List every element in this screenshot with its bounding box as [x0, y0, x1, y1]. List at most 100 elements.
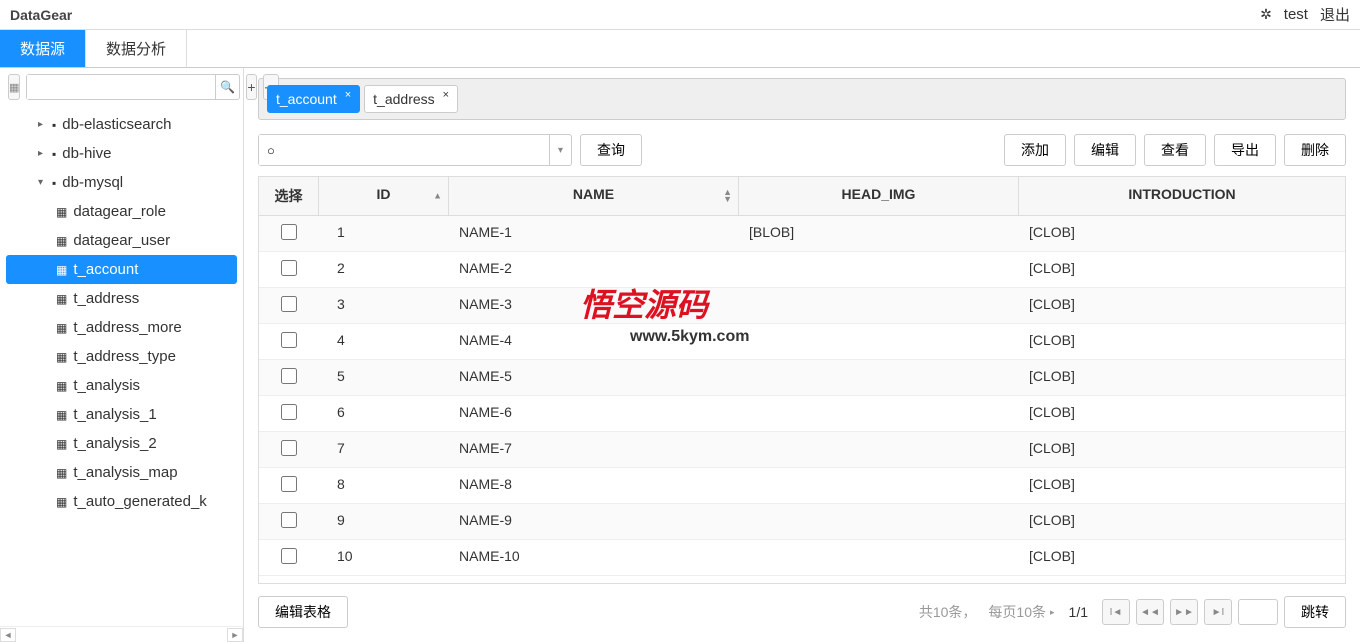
row-checkbox[interactable]: [281, 512, 297, 528]
row-checkbox[interactable]: [281, 332, 297, 348]
table-row[interactable]: 10 NAME-10 [CLOB]: [259, 540, 1345, 576]
sidebar-scrollbar[interactable]: ◄►: [0, 626, 243, 642]
cell-id: 8: [319, 468, 449, 503]
cell-id: 1: [319, 216, 449, 251]
content-tab-t_account[interactable]: t_account×: [267, 85, 360, 113]
user-label[interactable]: test: [1284, 6, 1308, 23]
page-number: 1/1: [1069, 604, 1088, 620]
cell-headimg: [739, 252, 1019, 287]
table-row[interactable]: 5 NAME-5 [CLOB]: [259, 360, 1345, 396]
cell-name: NAME-7: [449, 432, 739, 467]
row-checkbox[interactable]: [281, 548, 297, 564]
logout-link[interactable]: 退出: [1320, 4, 1350, 25]
cell-name: NAME-5: [449, 360, 739, 395]
cell-intro: [CLOB]: [1019, 468, 1345, 503]
tree-node-t_analysis_1[interactable]: ▦t_analysis_1: [0, 400, 243, 429]
tree-node-t_account[interactable]: ▦t_account: [6, 255, 237, 284]
table-row[interactable]: 1 NAME-1 [BLOB] [CLOB]: [259, 216, 1345, 252]
cell-id: 6: [319, 396, 449, 431]
table-row[interactable]: 8 NAME-8 [CLOB]: [259, 468, 1345, 504]
cell-headimg: [739, 468, 1019, 503]
tree-node-t_auto_generated_k[interactable]: ▦t_auto_generated_k: [0, 487, 243, 516]
table-icon: ▦: [56, 205, 67, 219]
tree-node-t_analysis_map[interactable]: ▦t_analysis_map: [0, 458, 243, 487]
table-icon: ▦: [56, 466, 67, 480]
tree-search-input[interactable]: [27, 75, 215, 99]
row-checkbox[interactable]: [281, 260, 297, 276]
first-page-icon[interactable]: I◄: [1102, 599, 1130, 625]
tree-node-t_analysis[interactable]: ▦t_analysis: [0, 371, 243, 400]
delete-button[interactable]: 删除: [1284, 134, 1346, 166]
add-row-button[interactable]: 添加: [1004, 134, 1066, 166]
table-row[interactable]: 9 NAME-9 [CLOB]: [259, 504, 1345, 540]
col-name-header[interactable]: NAME▲▼: [449, 177, 739, 215]
export-button[interactable]: 导出: [1214, 134, 1276, 166]
next-page-icon[interactable]: ►►: [1170, 599, 1198, 625]
table-row[interactable]: 4 NAME-4 [CLOB]: [259, 324, 1345, 360]
cell-intro: [CLOB]: [1019, 396, 1345, 431]
table-icon: ▦: [56, 263, 67, 277]
row-checkbox[interactable]: [281, 404, 297, 420]
last-page-icon[interactable]: ►I: [1204, 599, 1232, 625]
edit-grid-button[interactable]: 编辑表格: [258, 596, 348, 628]
condition-input[interactable]: [259, 135, 549, 165]
tree-node-datagear_user[interactable]: ▦datagear_user: [0, 226, 243, 255]
close-icon[interactable]: ×: [345, 89, 351, 101]
tab-datasource[interactable]: 数据源: [0, 30, 86, 67]
cell-intro: [CLOB]: [1019, 540, 1345, 575]
cell-intro: [CLOB]: [1019, 504, 1345, 539]
view-row-button[interactable]: 查看: [1144, 134, 1206, 166]
col-headimg-header[interactable]: HEAD_IMG: [739, 177, 1019, 215]
page-size-selector[interactable]: 每页10条 ▸: [988, 602, 1054, 622]
row-checkbox[interactable]: [281, 368, 297, 384]
search-icon[interactable]: 🔍: [215, 75, 239, 99]
row-checkbox[interactable]: [281, 476, 297, 492]
cell-headimg: [739, 324, 1019, 359]
filter-icon[interactable]: ▦: [8, 74, 20, 100]
col-intro-header[interactable]: INTRODUCTION: [1019, 177, 1345, 215]
query-button[interactable]: 查询: [580, 134, 642, 166]
row-checkbox[interactable]: [281, 440, 297, 456]
page-input[interactable]: [1238, 599, 1278, 625]
cell-id: 10: [319, 540, 449, 575]
gear-icon[interactable]: ✲: [1260, 6, 1272, 23]
row-checkbox[interactable]: [281, 296, 297, 312]
tree-node-t_analysis_2[interactable]: ▦t_analysis_2: [0, 429, 243, 458]
prev-page-icon[interactable]: ◄◄: [1136, 599, 1164, 625]
edit-row-button[interactable]: 编辑: [1074, 134, 1136, 166]
table-row[interactable]: 6 NAME-6 [CLOB]: [259, 396, 1345, 432]
table-row[interactable]: 3 NAME-3 [CLOB]: [259, 288, 1345, 324]
condition-dropdown-icon[interactable]: ▾: [549, 135, 571, 165]
table-icon: ▦: [56, 408, 67, 422]
col-id-header[interactable]: ID▲: [319, 177, 449, 215]
cell-headimg: [739, 504, 1019, 539]
tree-node-datagear_role[interactable]: ▦datagear_role: [0, 197, 243, 226]
table-icon: ▦: [56, 495, 67, 509]
close-icon[interactable]: ×: [443, 89, 449, 101]
sidebar-resize-handle[interactable]: [240, 68, 246, 642]
add-button[interactable]: +: [246, 74, 256, 100]
tab-analysis[interactable]: 数据分析: [86, 30, 187, 67]
cell-headimg: [BLOB]: [739, 216, 1019, 251]
caret-down-icon: ▾: [38, 177, 52, 188]
tree-node-t_address_more[interactable]: ▦t_address_more: [0, 313, 243, 342]
table-row[interactable]: 7 NAME-7 [CLOB]: [259, 432, 1345, 468]
sort-icon: ▲▼: [723, 189, 732, 203]
goto-button[interactable]: 跳转: [1284, 596, 1346, 628]
folder-icon: ▪: [52, 118, 56, 132]
cell-name: NAME-8: [449, 468, 739, 503]
tree-node-db-hive[interactable]: ▸▪db-hive: [0, 139, 243, 168]
tree-node-t_address_type[interactable]: ▦t_address_type: [0, 342, 243, 371]
row-checkbox[interactable]: [281, 224, 297, 240]
cell-headimg: [739, 288, 1019, 323]
cell-intro: [CLOB]: [1019, 324, 1345, 359]
tree-node-t_address[interactable]: ▦t_address: [0, 284, 243, 313]
tree-node-db-elasticsearch[interactable]: ▸▪db-elasticsearch: [0, 110, 243, 139]
cell-headimg: [739, 540, 1019, 575]
tree-node-db-mysql[interactable]: ▾▪db-mysql: [0, 168, 243, 197]
table-row[interactable]: 2 NAME-2 [CLOB]: [259, 252, 1345, 288]
caret-right-icon: ▸: [38, 119, 52, 130]
content-tab-t_address[interactable]: t_address×: [364, 85, 458, 113]
col-select-header[interactable]: 选择: [259, 177, 319, 215]
cell-id: 4: [319, 324, 449, 359]
